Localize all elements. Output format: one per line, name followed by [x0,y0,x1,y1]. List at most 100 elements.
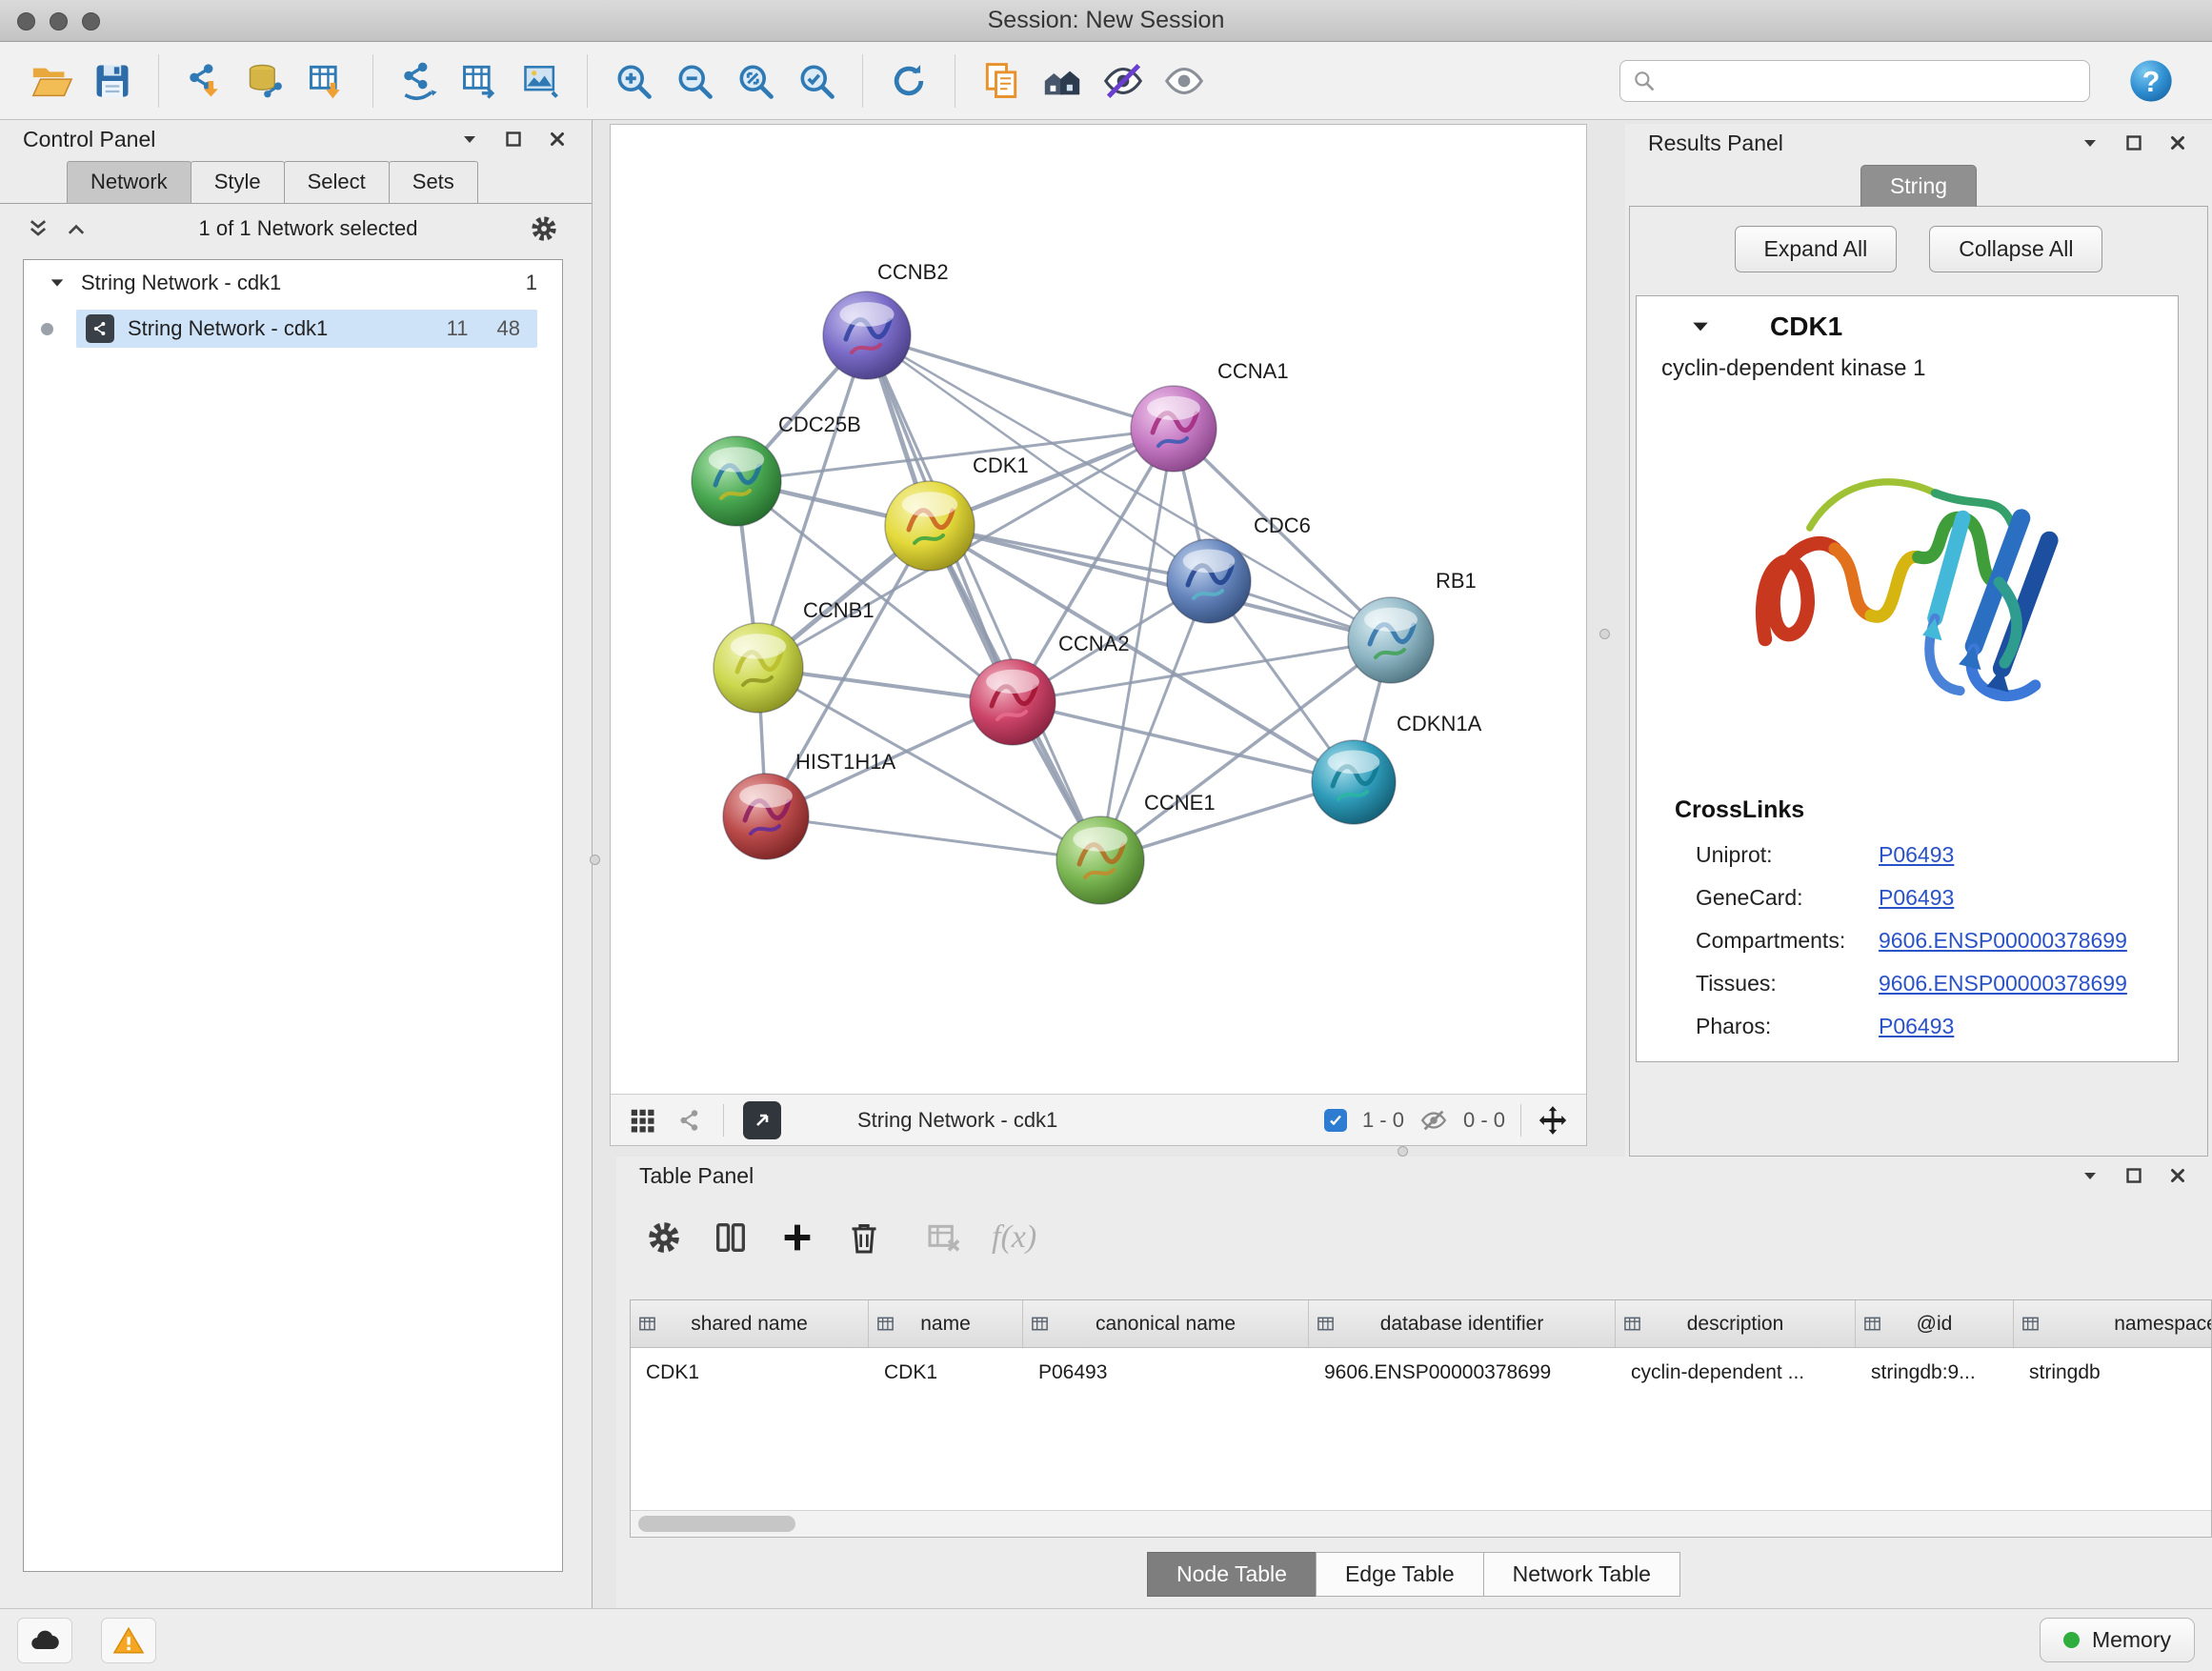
tab-sets[interactable]: Sets [389,161,478,203]
card-disclosure-button[interactable] [1690,316,1711,337]
table-cell[interactable]: CDK1 [869,1361,1023,1384]
network-node-CCNE1[interactable] [1056,816,1144,904]
crosslink-link[interactable]: 9606.ENSP00000378699 [1879,971,2127,997]
network-collection-row[interactable]: String Network - cdk1 1 [24,260,562,306]
minimize-window-button[interactable] [50,12,68,30]
delete-column-button[interactable] [845,1218,883,1257]
disclosure-triangle-icon[interactable] [49,274,66,292]
table-cell[interactable]: stringdb [2014,1361,2212,1384]
crosslink-link[interactable]: P06493 [1879,885,1954,911]
export-image-button[interactable] [511,50,572,111]
results-panel-float-button[interactable] [2124,133,2143,152]
selected-network-item[interactable]: String Network - cdk1 11 48 [76,310,537,348]
column-header-canonical-name[interactable]: canonical name [1023,1300,1309,1347]
hide-selected-button[interactable] [1093,50,1154,111]
results-panel-close-button[interactable] [2168,133,2187,152]
memory-button[interactable]: Memory [2040,1618,2195,1662]
cloud-status-button[interactable] [17,1618,72,1663]
network-node-HIST1H1A[interactable] [723,774,809,859]
edge-CCNB2-CCNA1[interactable] [867,335,1174,429]
network-row[interactable]: String Network - cdk1 11 48 [24,306,562,352]
zoom-window-button[interactable] [82,12,100,30]
network-canvas[interactable]: CCNB2CCNA1CDC25BCDK1CDC6RB1CCNB1CCNA2CDK… [611,125,1586,1094]
right-splitter-handle[interactable] [1599,629,1610,639]
open-in-new-window-button[interactable] [743,1101,781,1139]
crosslink-link[interactable]: P06493 [1879,1014,1954,1039]
network-overview-button[interactable] [1032,50,1093,111]
table-row[interactable]: CDK1 CDK1 P06493 9606.ENSP00000378699 cy… [631,1348,2211,1398]
help-button[interactable]: ? [2121,50,2182,111]
column-header-shared-name[interactable]: shared name [631,1300,869,1347]
selected-items-checkbox[interactable] [1324,1109,1347,1132]
save-session-button[interactable] [82,50,143,111]
column-header-id[interactable]: @id [1856,1300,2014,1347]
tab-edge-table[interactable]: Edge Table [1316,1552,1484,1597]
table-cell[interactable]: stringdb:9... [1856,1361,2014,1384]
edge-CCNA2-CDKN1A[interactable] [1013,702,1354,782]
column-header-description[interactable]: description [1616,1300,1856,1347]
tab-select[interactable]: Select [284,161,390,203]
tab-network-table[interactable]: Network Table [1483,1552,1680,1597]
show-all-button[interactable] [1154,50,1215,111]
tab-style[interactable]: Style [191,161,285,203]
network-view[interactable]: CCNB2CCNA1CDC25BCDK1CDC6RB1CCNB1CCNA2CDK… [610,124,1587,1146]
edge-CDK1-RB1[interactable] [930,526,1391,640]
column-header-name[interactable]: name [869,1300,1023,1347]
control-panel-collapse-button[interactable] [460,130,479,149]
zoom-out-button[interactable] [664,50,725,111]
table-panel-float-button[interactable] [2124,1166,2143,1185]
open-session-button[interactable] [21,50,82,111]
column-header-database-identifier[interactable]: database identifier [1309,1300,1616,1347]
show-columns-button[interactable] [712,1218,750,1257]
tab-node-table[interactable]: Node Table [1147,1552,1317,1597]
network-node-CDKN1A[interactable] [1312,740,1396,824]
import-network-file-button[interactable] [174,50,235,111]
network-node-CCNA2[interactable] [970,659,1056,745]
import-network-database-button[interactable] [235,50,296,111]
birds-eye-view-button[interactable] [675,1106,704,1135]
function-builder-button[interactable]: f(x) [992,1219,1036,1256]
edge-CCNB2-CCNE1[interactable] [867,335,1100,860]
table-options-button[interactable] [645,1218,683,1257]
delete-table-button[interactable] [925,1218,963,1257]
expand-all-button[interactable]: Expand All [1735,226,1898,272]
network-node-CCNB2[interactable] [823,292,911,379]
table-panel-collapse-button[interactable] [2081,1166,2100,1185]
horizontal-scrollbar[interactable] [631,1510,2211,1537]
column-header-namespace[interactable]: namespace [2014,1300,2212,1347]
export-network-button[interactable] [389,50,450,111]
crosslink-link[interactable]: 9606.ENSP00000378699 [1879,928,2127,954]
zoom-in-button[interactable] [603,50,664,111]
table-cell[interactable]: CDK1 [631,1361,869,1384]
network-node-CDC25B[interactable] [692,436,781,526]
edge-HIST1H1A-CCNE1[interactable] [766,816,1100,860]
collapse-all-button[interactable]: Collapse All [1929,226,2102,272]
network-node-CCNB1[interactable] [714,623,803,713]
network-node-RB1[interactable] [1348,597,1434,683]
add-column-button[interactable] [778,1218,816,1257]
zoom-selected-button[interactable] [786,50,847,111]
warnings-button[interactable] [101,1618,156,1663]
close-window-button[interactable] [17,12,35,30]
table-panel-close-button[interactable] [2168,1166,2187,1185]
scrollbar-thumb[interactable] [638,1516,795,1532]
network-node-CDC6[interactable] [1167,539,1251,623]
network-node-CDK1[interactable] [885,481,975,571]
search-input[interactable] [1666,69,2078,93]
pan-mode-button[interactable] [1537,1104,1569,1137]
zoom-fit-button[interactable] [725,50,786,111]
tab-string[interactable]: String [1860,165,1977,207]
table-cell[interactable]: 9606.ENSP00000378699 [1309,1361,1616,1384]
network-node-CCNA1[interactable] [1131,386,1217,472]
crosslink-link[interactable]: P06493 [1879,842,1954,868]
refresh-layout-button[interactable] [878,50,939,111]
table-cell[interactable]: cyclin-dependent ... [1616,1361,1856,1384]
results-panel-collapse-button[interactable] [2081,133,2100,152]
import-table-button[interactable] [296,50,357,111]
left-splitter-handle[interactable] [590,855,600,865]
export-table-button[interactable] [450,50,511,111]
tab-network[interactable]: Network [67,161,191,203]
horizontal-splitter-handle[interactable] [1398,1146,1408,1157]
collapse-all-networks-button[interactable] [27,217,50,240]
grid-view-button[interactable] [628,1106,656,1135]
